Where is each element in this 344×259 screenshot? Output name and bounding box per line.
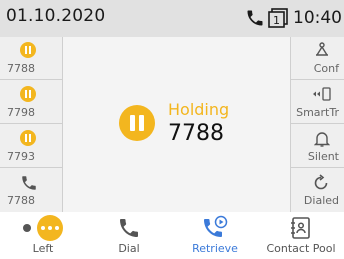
- softkey-label: Dial: [118, 242, 140, 255]
- line-key-number: 7788: [7, 194, 35, 207]
- conference-icon: [316, 42, 328, 56]
- handset-icon: [22, 176, 36, 190]
- function-key-conf[interactable]: Conf: [291, 37, 344, 80]
- redial-icon: [314, 174, 328, 190]
- bell-icon: [314, 132, 330, 147]
- function-key-label: SmartTr: [296, 106, 339, 119]
- line-key-icon: 1: [268, 8, 288, 28]
- softkey-label: Left: [32, 242, 54, 255]
- softkey-contact-pool[interactable]: Contact Pool: [258, 212, 344, 259]
- line-key-2[interactable]: 7798: [0, 81, 62, 124]
- function-key-dialed[interactable]: Dialed: [291, 169, 344, 212]
- softkey-retrieve[interactable]: Retrieve: [172, 212, 258, 259]
- line-key-4[interactable]: 7788: [0, 169, 62, 212]
- line-key-1[interactable]: 7788: [0, 37, 62, 80]
- hold-icon: [20, 86, 36, 102]
- hold-icon: [20, 130, 36, 146]
- status-time: 10:40: [293, 8, 342, 28]
- softkey-dial[interactable]: Dial: [86, 212, 172, 259]
- call-status: Holding: [168, 100, 230, 119]
- line-key-number: 7788: [7, 62, 35, 75]
- smart-transfer-icon: [313, 87, 331, 101]
- status-date: 01.10.2020: [6, 6, 106, 26]
- retrieve-icon: [204, 215, 228, 237]
- contact-pool-icon: [291, 217, 310, 239]
- handset-icon: [120, 219, 138, 237]
- softkey-bar: Left Dial Retrieve Contact Pool: [0, 212, 344, 259]
- main-area: 7788 7798 7793 7788 Holding 7788 Conf Sm…: [0, 37, 344, 212]
- line-keys-column: 7788 7798 7793 7788: [0, 37, 63, 212]
- function-key-smarttr[interactable]: SmartTr: [291, 81, 344, 124]
- status-bar: 01.10.2020 1 10:40: [0, 0, 344, 37]
- line-key-number: 7793: [7, 150, 35, 163]
- function-keys-column: Conf SmartTr Silent Dialed: [290, 37, 344, 212]
- function-key-label: Silent: [307, 150, 339, 163]
- more-icon: [37, 215, 63, 241]
- softkey-label: Retrieve: [192, 242, 238, 255]
- indicator-dot-icon: [23, 224, 31, 232]
- status-icons: 1 10:40: [245, 6, 344, 30]
- function-key-label: Dialed: [303, 194, 339, 207]
- softkey-left[interactable]: Left: [0, 212, 86, 259]
- line-key-3[interactable]: 7793: [0, 125, 62, 168]
- line-key-number: 7798: [7, 106, 35, 119]
- function-key-silent[interactable]: Silent: [291, 125, 344, 168]
- call-icon: [247, 10, 263, 26]
- hold-icon: [20, 42, 36, 58]
- softkey-label: Contact Pool: [266, 242, 336, 255]
- function-key-label: Conf: [313, 62, 339, 75]
- line-indicator: 1: [273, 14, 280, 27]
- call-number: 7788: [168, 121, 224, 146]
- hold-icon: [119, 105, 155, 141]
